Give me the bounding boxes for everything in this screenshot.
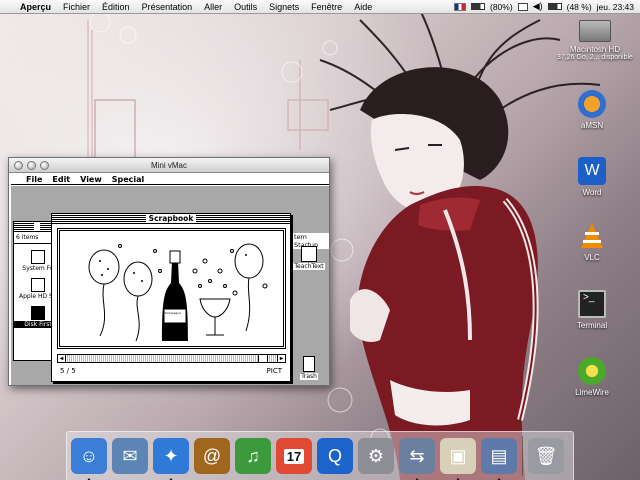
scroll-left-arrow[interactable]: ◀ — [57, 354, 66, 363]
desktop-icon-terminal[interactable]: >_ Terminal — [552, 290, 632, 330]
menu-bar: Aperçu Fichier Édition Présentation Alle… — [0, 0, 640, 14]
battery-text[interactable]: (48 %) — [567, 2, 592, 12]
scrapbook-picture: Champagne — [57, 228, 286, 349]
dock-item-trash[interactable]: 🗑 — [528, 438, 564, 474]
desktop-icon-sublabel: 37,26 Go, 2... disponible — [557, 54, 633, 61]
ical-icon: 17 — [283, 448, 305, 464]
dock-item-preview[interactable]: ▤ — [481, 438, 517, 480]
terminal-icon: >_ — [578, 290, 606, 318]
classic-mac-screen[interactable]: File Edit View Special 6 items System Fo… — [11, 174, 329, 385]
folder-icon — [31, 250, 45, 264]
dock-item-safari[interactable]: ✦ — [153, 438, 189, 480]
desktop-icon-word[interactable]: W Word — [552, 157, 632, 197]
desktop-icon-limewire[interactable]: LimeWire — [552, 357, 632, 397]
champagne-balloons-illustration — [88, 243, 268, 342]
desktop-icon-macintosh-hd[interactable]: Macintosh HD 37,26 Go, 2... disponible — [555, 20, 635, 61]
classic-menu-view[interactable]: View — [75, 175, 107, 184]
dock-item-address-book[interactable]: @ — [194, 438, 230, 474]
desktop-icon-amsn[interactable]: aMSN — [552, 90, 632, 130]
scrapbook-window[interactable]: Scrapbook Champagne ◀ ▶ 5 / 5 PICT — [51, 213, 291, 382]
dock-item-network-utility[interactable]: ⇆ — [399, 438, 435, 480]
vlc-cone-icon — [578, 222, 606, 250]
clip-type: PICT — [266, 367, 282, 375]
input-menu-flag-icon[interactable] — [454, 2, 466, 11]
preview-icon: ▤ — [490, 445, 508, 466]
limewire-icon — [578, 357, 606, 385]
dock-item-itunes[interactable]: ♫ — [235, 438, 271, 474]
dock-item-finder[interactable]: ☺ — [71, 438, 107, 480]
address-book-icon: @ — [202, 445, 222, 466]
menu-fichier[interactable]: Fichier — [57, 2, 96, 12]
scrapbook-titlebar[interactable]: Scrapbook — [52, 214, 290, 224]
classic-menu-edit[interactable]: Edit — [47, 175, 75, 184]
classic-desktop[interactable]: 6 items System Fo Apple HD SC Disk First… — [11, 186, 329, 385]
menu-app-name[interactable]: Aperçu — [16, 2, 57, 12]
dock-item-system-preferences[interactable]: ⚙ — [358, 438, 394, 474]
menu-outils[interactable]: Outils — [228, 2, 263, 12]
power-icon[interactable] — [547, 3, 562, 10]
word-icon: W — [578, 157, 606, 185]
menu-aide[interactable]: Aide — [348, 2, 378, 12]
finder-icon: ☺ — [79, 445, 99, 466]
clock[interactable]: jeu. 23:43 — [597, 2, 634, 12]
minimize-button[interactable] — [27, 160, 36, 170]
desktop-icon-label: Trash — [300, 373, 318, 380]
mini-vmac-window[interactable]: Mini vMac File Edit View Special 6 items… — [8, 157, 330, 386]
desktop-icon-label: TeachText — [293, 263, 325, 270]
classic-menu-bar: File Edit View Special — [11, 174, 329, 185]
hard-drive-icon — [579, 20, 611, 42]
network-icon: ⇆ — [409, 445, 425, 466]
system-preferences-icon: ⚙ — [367, 445, 385, 466]
amsn-icon — [578, 90, 606, 118]
dock-separator — [522, 436, 523, 476]
window-title: Mini vMac — [150, 160, 187, 170]
classic-desktop-icon-trash[interactable]: Trash — [291, 356, 327, 380]
teachtext-icon — [301, 246, 317, 262]
disk-icon — [31, 306, 45, 320]
dock-item-ical[interactable]: 17 — [276, 438, 312, 474]
dock-item-mail[interactable]: ✉ — [112, 438, 148, 474]
scrapbook-scrollbar[interactable]: ◀ ▶ — [57, 354, 286, 363]
application-icon — [31, 278, 45, 292]
close-button[interactable] — [14, 160, 23, 170]
desktop-icon-label: VLC — [584, 253, 600, 262]
dock-item-quicktime[interactable]: Q — [317, 438, 353, 474]
mail-icon: ✉ — [122, 445, 138, 466]
zoom-button[interactable] — [40, 160, 49, 170]
scrapbook-title: Scrapbook — [145, 214, 197, 223]
desktop-icon-vlc[interactable]: VLC — [552, 222, 632, 262]
scroll-right-arrow[interactable]: ▶ — [277, 354, 286, 363]
desktop-icon-label: aMSN — [580, 121, 604, 130]
display-icon[interactable] — [517, 2, 528, 11]
dock-item-mini-vmac[interactable]: ▣ — [440, 438, 476, 480]
menu-signets[interactable]: Signets — [263, 2, 305, 12]
desktop-icon-label: Word — [582, 188, 602, 197]
desktop-icon-label: LimeWire — [575, 388, 609, 397]
menu-edition[interactable]: Édition — [96, 2, 136, 12]
desktop-icon-label: Macintosh HD — [569, 45, 621, 54]
mini-vmac-icon: ▣ — [449, 445, 467, 466]
classic-menu-special[interactable]: Special — [107, 175, 150, 184]
dock: ☺ ✉ ✦ @ ♫ 17 Q ⚙ ⇆ ▣ ▤ 🗑 — [66, 431, 574, 480]
scroll-thumb[interactable] — [258, 355, 268, 362]
page-indicator: 5 / 5 — [60, 367, 76, 375]
classic-menu-file[interactable]: File — [21, 175, 47, 184]
scrapbook-footer: 5 / 5 PICT — [60, 367, 282, 375]
quicktime-icon: Q — [327, 445, 342, 466]
desktop-icon-label: Terminal — [576, 321, 608, 330]
trash-icon: 🗑 — [534, 445, 558, 466]
itunes-icon: ♫ — [246, 445, 260, 466]
menu-fenetre[interactable]: Fenêtre — [305, 2, 348, 12]
safari-icon: ✦ — [163, 445, 179, 466]
battery-percent[interactable]: (80%) — [490, 2, 513, 12]
trash-icon — [303, 356, 315, 372]
menu-aller[interactable]: Aller — [198, 2, 228, 12]
bottle-label: Champagne — [162, 311, 182, 315]
window-titlebar[interactable]: Mini vMac — [9, 158, 329, 173]
classic-desktop-icon-teachtext[interactable]: TeachText — [291, 246, 327, 270]
volume-icon[interactable]: ◀) — [533, 1, 543, 12]
battery-icon[interactable] — [471, 3, 485, 10]
menu-presentation[interactable]: Présentation — [136, 2, 199, 12]
